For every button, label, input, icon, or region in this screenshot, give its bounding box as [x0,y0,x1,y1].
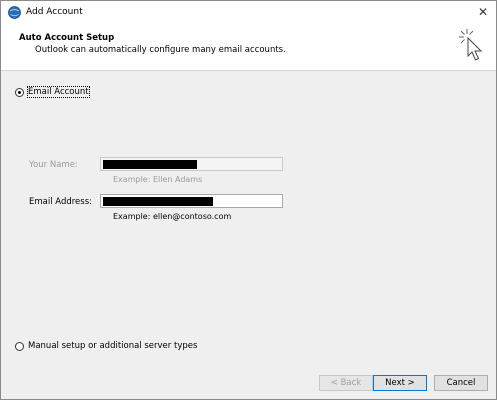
your-name-field[interactable] [100,157,283,171]
add-account-dialog: Add Account ✕ Auto Account Setup Outlook… [0,0,497,400]
manual-setup-option[interactable]: Manual setup or additional server types [15,341,197,351]
next-button[interactable]: Next > [373,375,427,391]
page-subtitle: Outlook can automatically configure many… [35,45,286,55]
email-account-label[interactable]: Email Account [27,86,90,98]
email-address-label: Email Address: [29,197,92,207]
your-name-example: Example: Ellen Adams [113,175,203,184]
page-title: Auto Account Setup [19,33,115,43]
email-account-option[interactable]: Email Account [15,86,90,98]
close-icon: ✕ [477,5,489,19]
email-address-example: Example: ellen@contoso.com [113,212,232,221]
wizard-header: Auto Account Setup Outlook can automatic… [1,25,496,71]
your-name-label: Your Name: [29,160,78,170]
sparkle-cursor-icon [459,29,483,61]
email-account-radio[interactable] [15,87,24,97]
redacted-value [103,197,213,206]
button-bar: < Back Next > Cancel [1,367,496,399]
email-address-field[interactable] [100,194,283,208]
window-title: Add Account [26,7,83,17]
manual-setup-label[interactable]: Manual setup or additional server types [28,341,197,351]
wizard-body: Email Account Your Name: Example: Ellen … [1,71,496,367]
back-button[interactable]: < Back [319,375,373,391]
manual-setup-radio[interactable] [15,341,24,351]
title-bar: Add Account ✕ [1,1,496,25]
close-button[interactable]: ✕ [470,1,496,23]
outlook-globe-icon [8,6,21,19]
cancel-button[interactable]: Cancel [434,375,488,391]
redacted-value [103,160,197,169]
